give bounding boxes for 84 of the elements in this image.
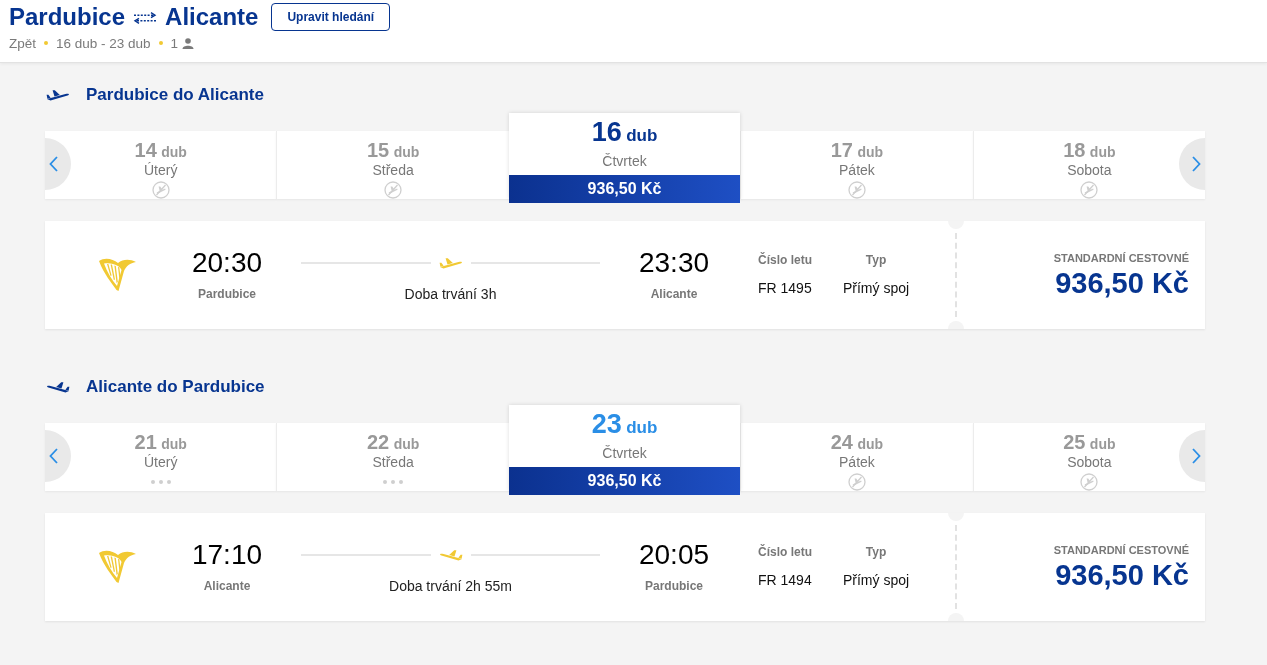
date-option[interactable]: 18 dub Sobota xyxy=(972,131,1206,199)
fare-price: 936,50 Kč xyxy=(1055,559,1189,591)
no-flight-icon xyxy=(847,473,866,491)
departure-time: 17:10 xyxy=(191,539,263,571)
chevron-left-icon xyxy=(49,448,58,464)
back-link[interactable]: Zpět xyxy=(9,35,36,51)
fare-price: 936,50 Kč xyxy=(1055,267,1189,299)
swap-arrows-icon xyxy=(133,12,158,24)
date-option[interactable]: 25 dub Sobota xyxy=(972,423,1206,491)
weekday-label: Sobota xyxy=(1067,162,1112,178)
ticket-notch xyxy=(948,613,964,621)
chevron-left-icon xyxy=(49,156,58,172)
weekday-label: Pátek xyxy=(839,454,875,470)
flight-card[interactable]: 17:10 Alicante Doba trvání 2h 55m 20:05 Pardubice Číslo letu FR 1494 Typ Přímý spoj STANDARDNÍ CESTOVNÉ 936,50 Kč xyxy=(45,513,1205,621)
departure-city: Pardubice xyxy=(198,287,256,301)
departure-city: Alicante xyxy=(203,579,251,593)
date-label: 25 dub xyxy=(1063,432,1116,454)
arrival-time: 20:05 xyxy=(638,539,710,571)
leg-title: Pardubice do Alicante xyxy=(86,85,264,105)
arrival-city: Alicante xyxy=(650,287,698,301)
separator-dot-icon xyxy=(158,41,163,45)
flight-type: Přímý spoj xyxy=(842,572,910,588)
passenger-count: 1 xyxy=(170,35,179,51)
date-option[interactable]: 15 dub Středa xyxy=(276,131,509,199)
no-flight-icon xyxy=(151,181,170,199)
date-label: 14 dub xyxy=(134,140,187,162)
date-option[interactable]: 14 dub Úterý xyxy=(45,131,277,199)
plane-icon xyxy=(46,89,70,101)
travel-dates: 16 dub - 23 dub xyxy=(56,35,151,51)
leg-title: Alicante do Pardubice xyxy=(86,377,265,397)
ticket-notch xyxy=(948,321,964,329)
loading-dots-icon xyxy=(150,480,171,484)
weekday-label: Čtvrtek xyxy=(602,153,647,169)
price-label: 936,50 Kč xyxy=(508,467,741,495)
flight-number-label: Číslo letu xyxy=(758,253,812,267)
duration-text: Doba trvání 2h 55m xyxy=(389,578,512,594)
flight-card[interactable]: 20:30 Pardubice Doba trvání 3h 23:30 Alicante Číslo letu FR 1495 Typ Přímý spoj STANDARDNÍ CESTOVNÉ 936,50 Kč xyxy=(45,221,1205,329)
date-label: 24 dub xyxy=(830,432,884,454)
flight-number: FR 1494 xyxy=(758,572,812,588)
date-label: 17 dub xyxy=(830,140,884,162)
chevron-right-icon xyxy=(1192,448,1201,464)
date-option[interactable]: 21 dub Úterý xyxy=(45,423,277,491)
flight-type-label: Typ xyxy=(865,253,887,267)
date-label: 18 dub xyxy=(1063,140,1116,162)
date-option[interactable]: 24 dub Pátek xyxy=(740,423,973,491)
person-icon xyxy=(182,37,195,49)
date-label: 23 dub xyxy=(591,410,658,441)
duration-text: Doba trvání 3h xyxy=(404,286,497,302)
weekday-label: Čtvrtek xyxy=(602,445,647,461)
weekday-label: Sobota xyxy=(1067,454,1112,470)
flight-number: FR 1495 xyxy=(758,280,812,296)
no-flight-icon xyxy=(1080,473,1099,491)
flight-type-label: Typ xyxy=(865,545,887,559)
weekday-label: Úterý xyxy=(143,454,178,470)
no-flight-icon xyxy=(847,181,866,199)
price-label: 936,50 Kč xyxy=(508,175,741,203)
separator-dot-icon xyxy=(44,41,48,45)
plane-icon xyxy=(438,549,463,561)
destination-title: Alicante xyxy=(165,2,259,32)
flight-number-label: Číslo letu xyxy=(758,545,812,559)
fare-label: STANDARDNÍ CESTOVNÉ xyxy=(1053,251,1189,265)
date-option[interactable]: 22 dub Středa xyxy=(276,423,509,491)
plane-icon xyxy=(46,381,70,393)
date-option[interactable]: 17 dub Pátek xyxy=(740,131,973,199)
weekday-label: Středa xyxy=(372,454,414,470)
weekday-label: Pátek xyxy=(839,162,875,178)
fare-label: STANDARDNÍ CESTOVNÉ xyxy=(1053,543,1189,557)
origin-title: Pardubice xyxy=(9,2,126,32)
loading-dots-icon xyxy=(383,480,404,484)
plane-icon xyxy=(438,257,463,269)
date-label: 15 dub xyxy=(366,140,420,162)
date-label: 22 dub xyxy=(366,432,420,454)
date-label: 16 dub xyxy=(591,118,658,149)
edit-search-button[interactable]: Upravit hledání xyxy=(271,3,391,31)
date-label: 21 dub xyxy=(134,432,187,454)
weekday-label: Úterý xyxy=(143,162,178,178)
flight-type: Přímý spoj xyxy=(842,280,910,296)
arrival-time: 23:30 xyxy=(638,247,710,279)
weekday-label: Středa xyxy=(372,162,414,178)
departure-time: 20:30 xyxy=(191,247,263,279)
arrival-city: Pardubice xyxy=(645,579,703,593)
no-flight-icon xyxy=(384,181,403,199)
no-flight-icon xyxy=(1080,181,1099,199)
chevron-right-icon xyxy=(1192,156,1201,172)
